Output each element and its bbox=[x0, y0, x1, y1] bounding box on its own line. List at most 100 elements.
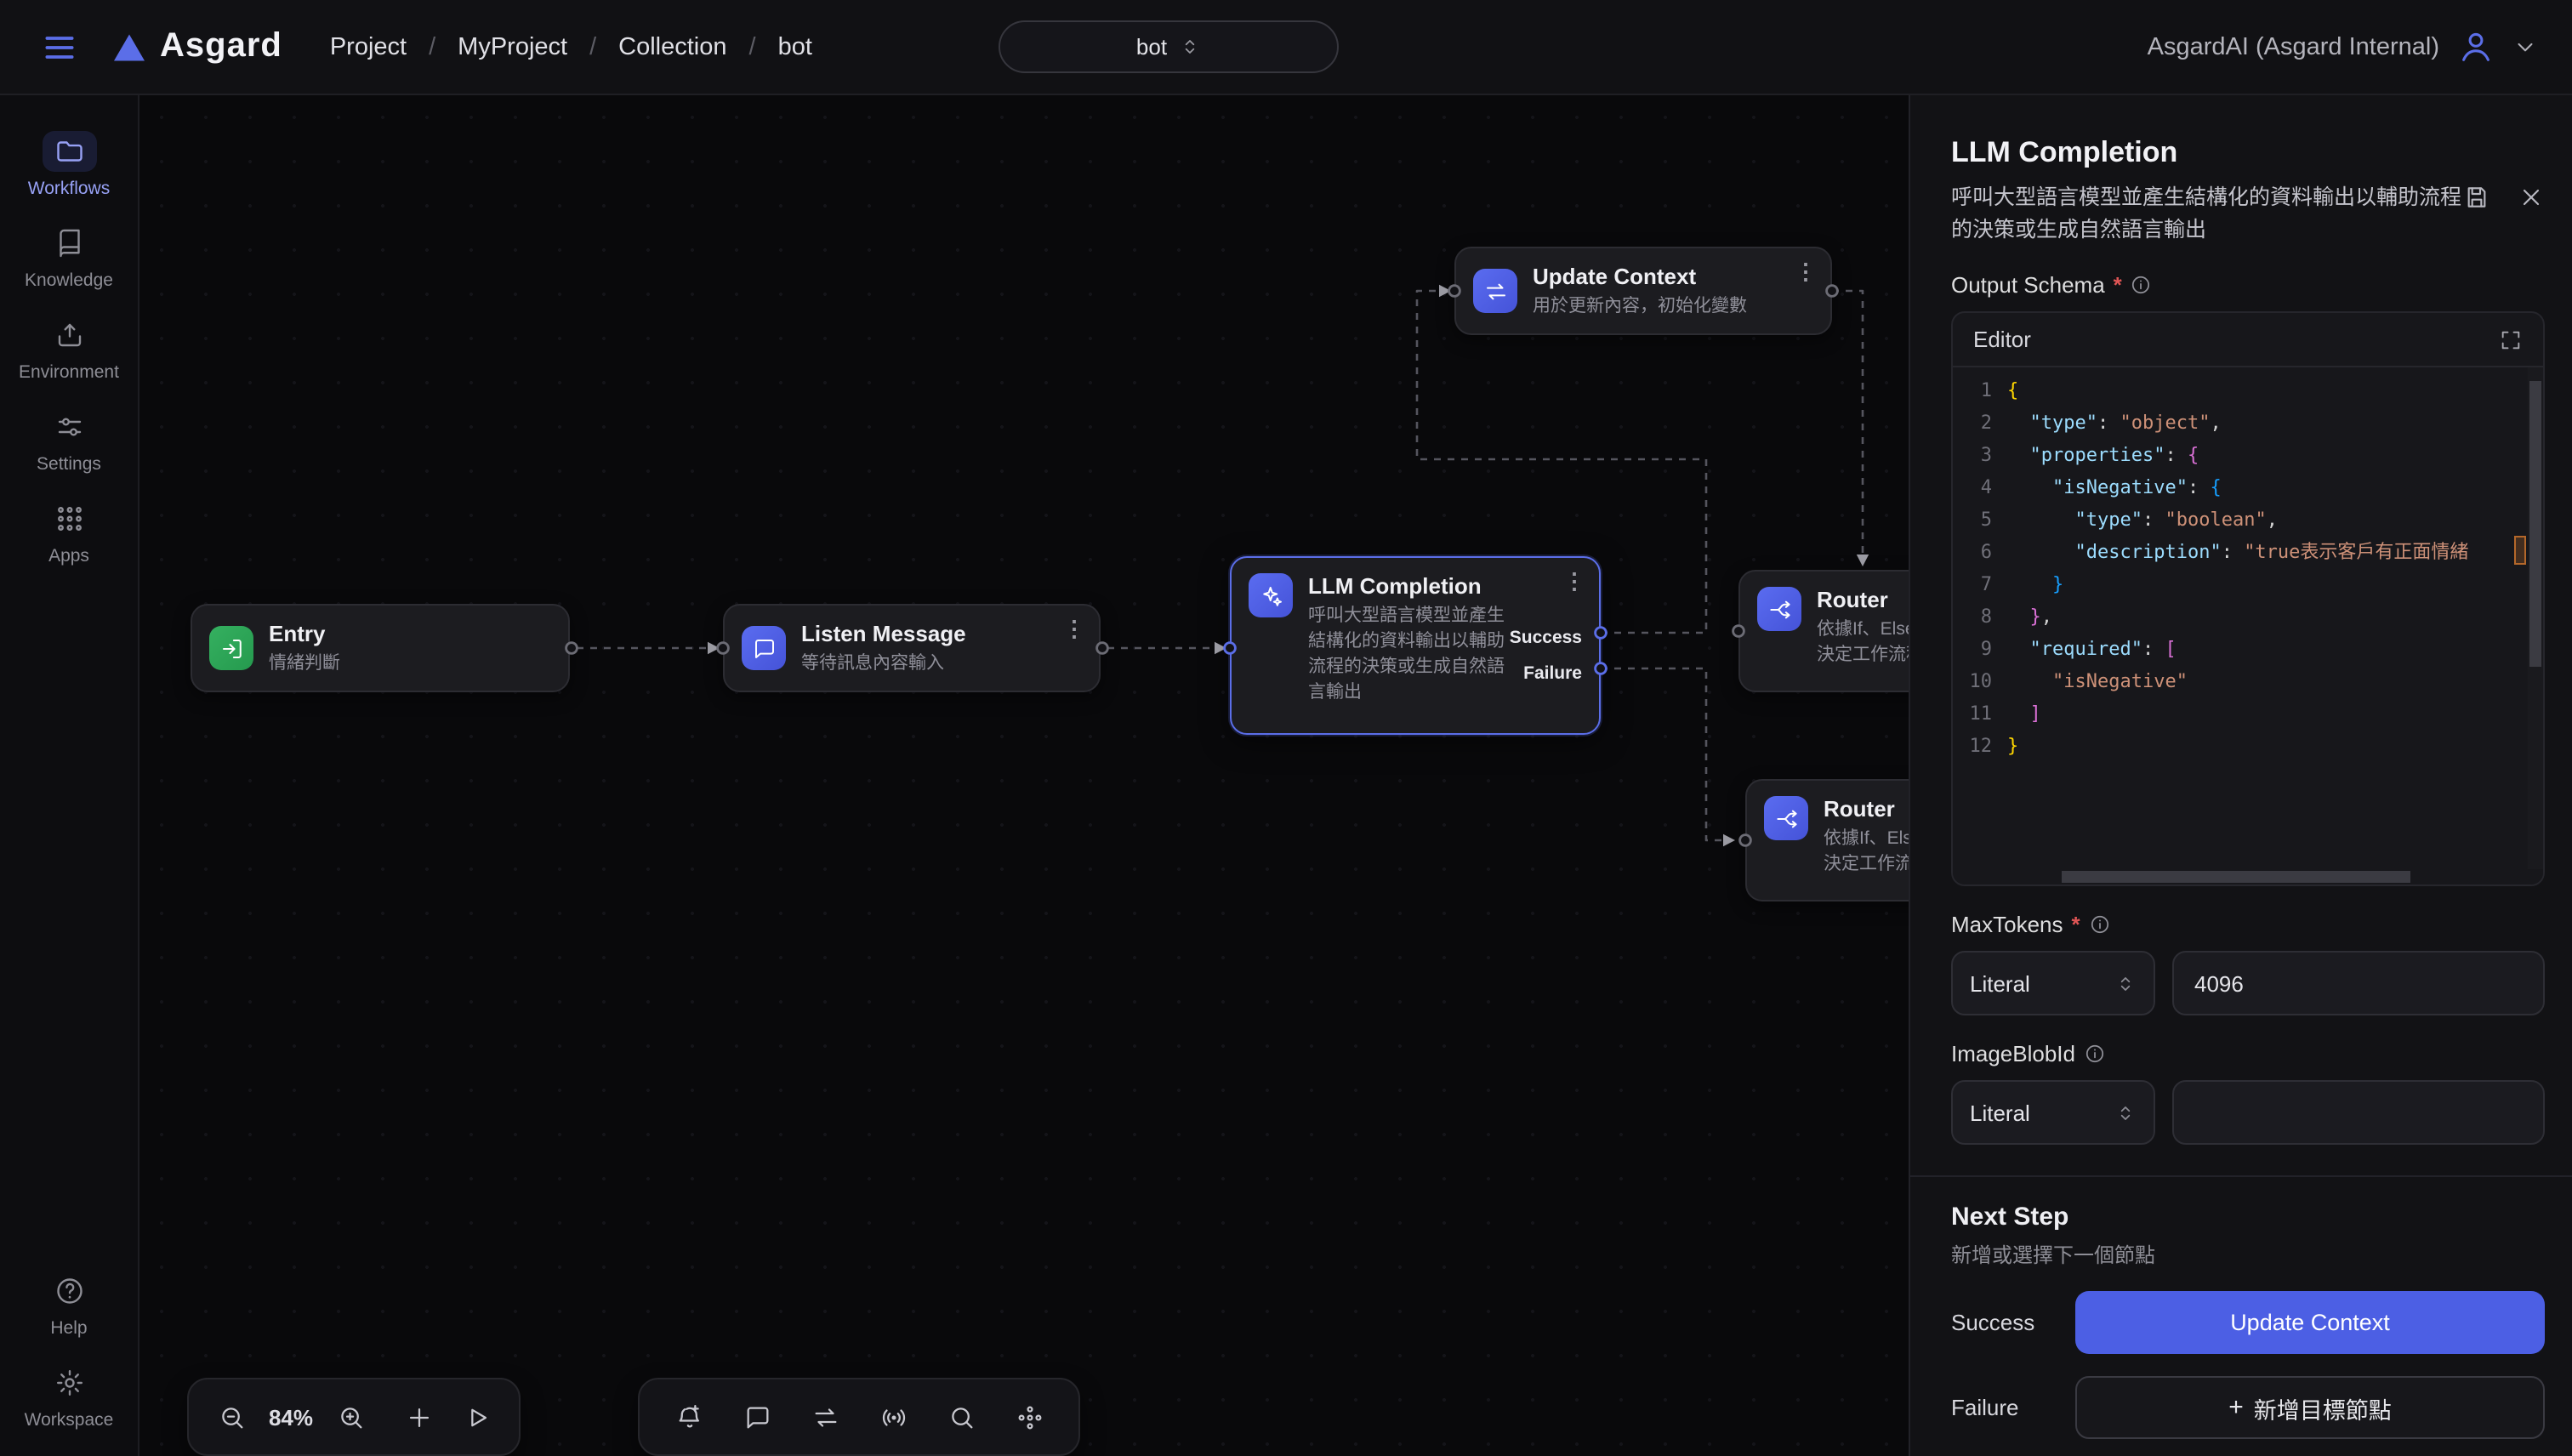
sidebar-label: Workspace bbox=[25, 1410, 114, 1430]
button-label: Update Context bbox=[2230, 1310, 2390, 1335]
editor-hscrollbar[interactable] bbox=[1953, 869, 2543, 884]
breadcrumb-collection[interactable]: Collection bbox=[618, 33, 726, 60]
search-icon[interactable] bbox=[932, 1388, 990, 1446]
sidebar-label: Settings bbox=[37, 454, 101, 475]
zoom-level: 84% bbox=[260, 1404, 322, 1430]
zoom-toolbar: 84% bbox=[187, 1378, 521, 1456]
chat-icon bbox=[742, 626, 786, 670]
dots-grid-icon bbox=[42, 498, 96, 539]
breadcrumb-myproject[interactable]: MyProject bbox=[458, 33, 567, 60]
maxtokens-label-row: MaxTokens * bbox=[1951, 912, 2545, 937]
node-subtitle: 用於更新內容，初始化變數 bbox=[1533, 293, 1747, 319]
node-title: LLM Completion bbox=[1308, 573, 1509, 600]
app-logo[interactable]: Asgard bbox=[112, 27, 282, 66]
panel-title: LLM Completion bbox=[1951, 136, 2545, 170]
editor-vscrollbar[interactable] bbox=[2528, 367, 2543, 869]
next-step-title: Next Step bbox=[1951, 1203, 2545, 1231]
node-listen-message[interactable]: Listen Message 等待訊息內容輸入 ⋮ bbox=[723, 604, 1101, 692]
sidebar-item-help[interactable]: Help bbox=[6, 1259, 132, 1351]
node-title: Listen Message bbox=[801, 620, 966, 647]
chevron-down-icon[interactable] bbox=[2512, 34, 2538, 60]
sidebar-item-apps[interactable]: Apps bbox=[6, 486, 132, 578]
imageblobid-input[interactable] bbox=[2172, 1080, 2545, 1145]
select-value: Literal bbox=[1970, 1100, 2030, 1125]
unfold-more-icon bbox=[1179, 36, 1201, 58]
output-schema-label-row: Output Schema * bbox=[1951, 272, 2545, 298]
vscroll-thumb[interactable] bbox=[2529, 381, 2541, 667]
sidebar-item-settings[interactable]: Settings bbox=[6, 395, 132, 486]
sliders-icon bbox=[42, 407, 96, 447]
logo-triangle-icon bbox=[112, 31, 146, 62]
tray-up-icon bbox=[42, 315, 96, 355]
node-subtitle: 呼叫大型語言模型並產生結構化的資料輸出以輔助流程的決策或生成自然語言輸出 bbox=[1308, 604, 1509, 706]
button-label: 新增目標節點 bbox=[2254, 1391, 2392, 1425]
port-success[interactable]: Success bbox=[1510, 628, 1582, 648]
node-config-panel: LLM Completion 呼叫大型語言模型並產生結構化的資料輸出以輔助流程的… bbox=[1909, 95, 2572, 1456]
select-value: Literal bbox=[1970, 970, 2030, 996]
zoom-in-icon[interactable] bbox=[322, 1388, 379, 1446]
comment-icon[interactable] bbox=[728, 1388, 786, 1446]
port-failure[interactable]: Failure bbox=[1523, 663, 1582, 684]
node-menu-icon[interactable]: ⋮ bbox=[1063, 617, 1085, 640]
plus-icon: + bbox=[2228, 1395, 2244, 1420]
branch-icon bbox=[1757, 587, 1801, 631]
swap-arrows-icon[interactable] bbox=[796, 1388, 854, 1446]
editor-gutter: 123456789101112 bbox=[1953, 374, 2007, 869]
info-icon[interactable] bbox=[2084, 1043, 2106, 1065]
logo-text: Asgard bbox=[160, 27, 282, 66]
editor-title: Editor bbox=[1973, 327, 2031, 352]
failure-add-target-button[interactable]: + 新增目標節點 bbox=[2075, 1376, 2545, 1439]
hscroll-thumb[interactable] bbox=[2062, 871, 2410, 883]
failure-label: Failure bbox=[1951, 1395, 2019, 1420]
info-icon[interactable] bbox=[2089, 913, 2111, 936]
editor-code[interactable]: { "type": "object", "properties": { "isN… bbox=[2007, 374, 2543, 869]
node-menu-icon[interactable]: ⋮ bbox=[1563, 570, 1585, 592]
notification-add-icon[interactable] bbox=[660, 1388, 718, 1446]
node-title: Entry bbox=[269, 620, 340, 647]
success-label: Success bbox=[1951, 1310, 2034, 1335]
node-llm-completion[interactable]: LLM Completion 呼叫大型語言模型並產生結構化的資料輸出以輔助流程的… bbox=[1230, 556, 1601, 735]
sidebar-label: Apps bbox=[48, 546, 89, 566]
output-schema-label: Output Schema bbox=[1951, 272, 2105, 298]
node-subtitle: 情緒判斷 bbox=[269, 651, 340, 676]
sidebar-item-workflows[interactable]: Workflows bbox=[6, 119, 132, 211]
sidebar-item-knowledge[interactable]: Knowledge bbox=[6, 211, 132, 303]
account-area: AsgardAI (Asgard Internal) bbox=[2148, 27, 2538, 66]
failure-step-row: Failure + 新增目標節點 bbox=[1951, 1376, 2545, 1439]
save-icon[interactable] bbox=[2463, 184, 2490, 211]
close-icon[interactable] bbox=[2518, 184, 2545, 211]
node-menu-icon[interactable]: ⋮ bbox=[1795, 260, 1817, 282]
workflow-selector[interactable]: bot bbox=[999, 20, 1339, 73]
sidebar-item-environment[interactable]: Environment bbox=[6, 303, 132, 395]
info-icon[interactable] bbox=[2131, 274, 2153, 296]
schema-editor: Editor 123456789101112 { "type": "object… bbox=[1951, 311, 2545, 886]
app-root: Asgard Project / MyProject / Collection … bbox=[0, 0, 2572, 1456]
breadcrumb-bot[interactable]: bot bbox=[778, 33, 812, 60]
node-toolbar bbox=[638, 1378, 1080, 1456]
sidebar-label: Workflows bbox=[28, 179, 110, 199]
imageblobid-label: ImageBlobId bbox=[1951, 1041, 2075, 1066]
maxtokens-input[interactable] bbox=[2172, 951, 2545, 1015]
add-node-icon[interactable] bbox=[390, 1388, 447, 1446]
node-title: Update Context bbox=[1533, 263, 1747, 290]
node-subtitle: 等待訊息內容輸入 bbox=[801, 651, 966, 676]
success-target-button[interactable]: Update Context bbox=[2075, 1291, 2545, 1354]
sidebar-item-workspace[interactable]: Workspace bbox=[6, 1351, 132, 1442]
sidebar: Workflows Knowledge Environment Settings… bbox=[0, 95, 139, 1456]
breadcrumb-project[interactable]: Project bbox=[330, 33, 407, 60]
run-workflow-icon[interactable] bbox=[447, 1388, 505, 1446]
required-asterisk: * bbox=[2072, 912, 2080, 937]
node-update-context[interactable]: Update Context 用於更新內容，初始化變數 ⋮ bbox=[1454, 247, 1832, 335]
zoom-out-icon[interactable] bbox=[202, 1388, 260, 1446]
node-entry[interactable]: Entry 情緒判斷 bbox=[191, 604, 570, 692]
pan-dots-icon[interactable] bbox=[1000, 1388, 1058, 1446]
expand-icon[interactable] bbox=[2499, 327, 2523, 351]
panel-description: 呼叫大型語言模型並產生結構化的資料輸出以輔助流程的決策或生成自然語言輸出 bbox=[1951, 182, 2472, 247]
menu-icon[interactable] bbox=[34, 21, 85, 72]
broadcast-icon[interactable] bbox=[864, 1388, 922, 1446]
maxtokens-mode-select[interactable]: Literal bbox=[1951, 951, 2155, 1015]
user-icon[interactable] bbox=[2456, 27, 2495, 66]
imageblobid-mode-select[interactable]: Literal bbox=[1951, 1080, 2155, 1145]
editor-body[interactable]: 123456789101112 { "type": "object", "pro… bbox=[1953, 367, 2543, 869]
overflow-highlight bbox=[2514, 536, 2526, 565]
